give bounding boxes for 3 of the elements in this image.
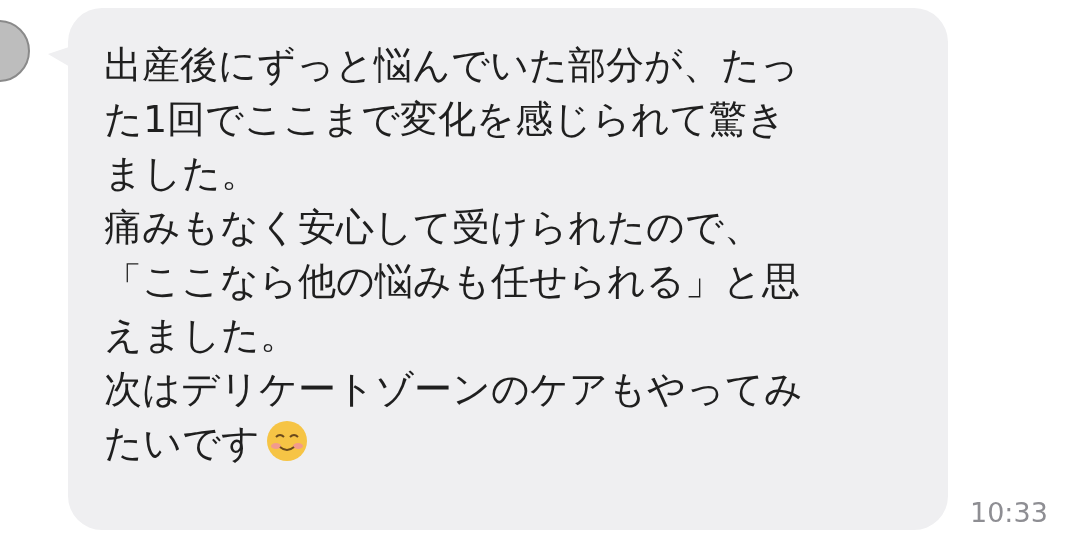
message-time: 10:33 — [970, 495, 1048, 530]
smiling-face-icon — [266, 420, 308, 462]
message-text: 出産後にずっと悩んでいた部分が、たっ た1回でここまで変化を感じられて驚き ました。 痛みもなく安心して受けられたので、 「ここなら他の悩みも任せられる」と思 えました。 次はデリケートゾーンのケアもやってみ たいです — [104, 42, 804, 467]
